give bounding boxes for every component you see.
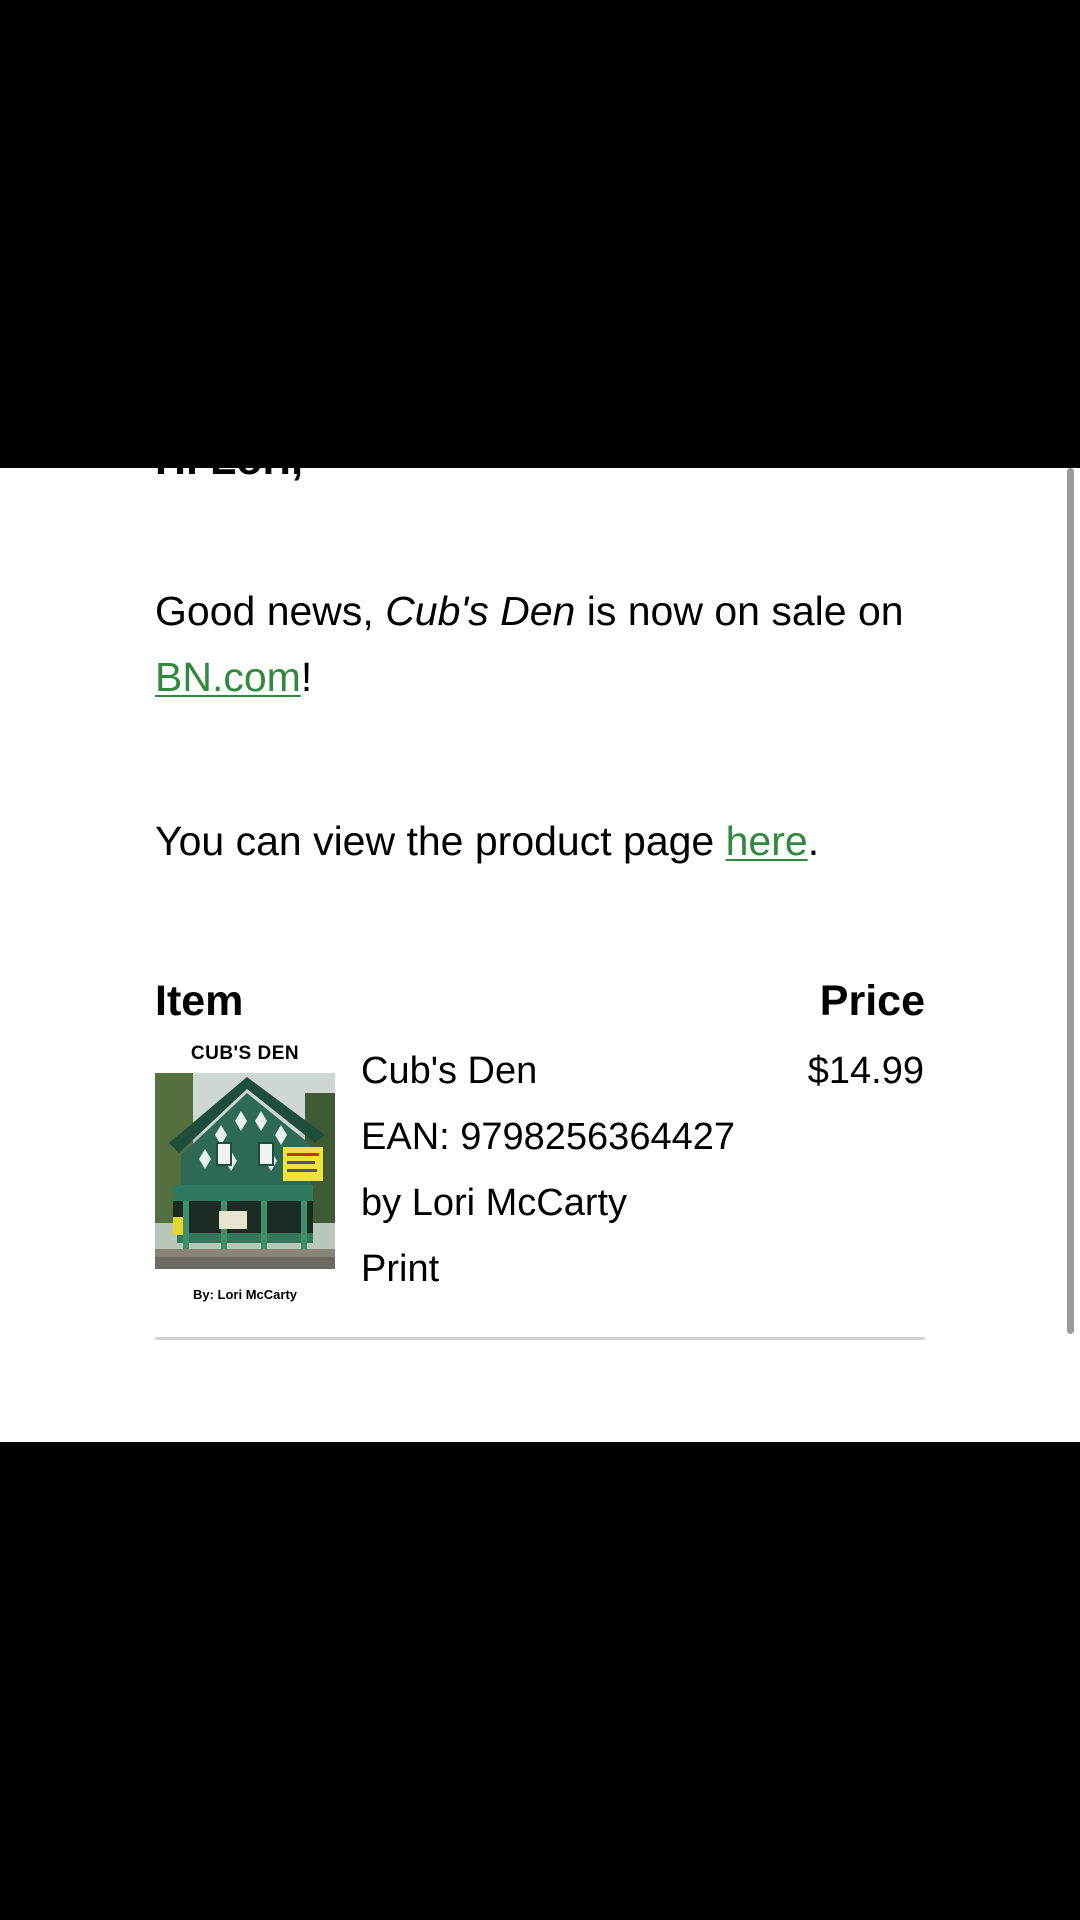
product-author: by Lori McCarty (361, 1182, 628, 1224)
scrollbar[interactable] (1067, 468, 1074, 1334)
item-column-header: Item (155, 977, 244, 1025)
product-price: $14.99 (807, 1050, 924, 1092)
cover-photo-house (155, 1073, 335, 1269)
row-divider (155, 1337, 925, 1340)
product-page-text: You can view the product page here. (155, 808, 945, 874)
email-body[interactable]: Hi Lori, Good news, Cub's Den is now on … (0, 468, 1080, 1442)
sale-announcement: Good news, Cub's Den is now on sale on B… (155, 578, 945, 710)
book-cover-image[interactable]: CUB'S DEN By: Lori McCarty (155, 1043, 335, 1313)
cover-title: CUB'S DEN (190, 1043, 300, 1064)
product-title: Cub's Den (361, 1050, 538, 1092)
product-page-prefix: You can view the product page (155, 818, 726, 864)
sale-text-suffix: ! (300, 654, 313, 700)
price-column-header: Price (819, 977, 925, 1025)
product-ean: EAN: 9798256364427 (361, 1116, 735, 1158)
product-page-suffix: . (807, 818, 820, 864)
bn-link[interactable]: BN.com (155, 654, 301, 700)
sale-text-prefix: Good news, (155, 588, 386, 634)
book-title-italic: Cub's Den (385, 588, 576, 634)
sale-text-middle: is now on sale on (575, 588, 904, 634)
product-page-link[interactable]: here (726, 818, 808, 864)
cover-author: By: Lori McCarty (192, 1287, 298, 1302)
greeting: Hi Lori, (155, 468, 303, 490)
screen: Hi Lori, Good news, Cub's Den is now on … (0, 0, 1080, 1920)
product-format: Print (361, 1248, 440, 1290)
